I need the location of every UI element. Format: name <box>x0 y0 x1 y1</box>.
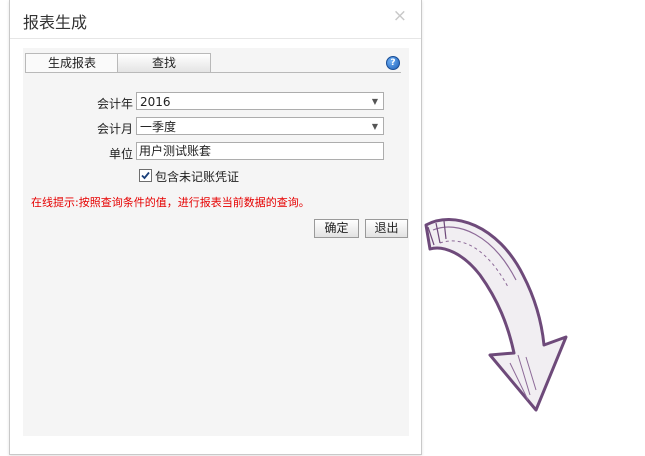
unit-field[interactable]: 用户测试账套 <box>136 142 384 160</box>
tab-generate-report[interactable]: 生成报表 <box>25 53 119 73</box>
ok-button[interactable]: 确定 <box>314 219 359 238</box>
include-unposted-label: 包含未记账凭证 <box>155 170 240 184</box>
close-icon[interactable]: × <box>393 6 407 26</box>
year-select[interactable]: 2016 ▼ <box>136 92 384 110</box>
tab-divider <box>25 72 401 73</box>
help-icon[interactable]: ? <box>386 56 400 70</box>
dialog-header: 报表生成 × <box>10 0 421 39</box>
dialog-title: 报表生成 <box>23 13 88 32</box>
curved-arrow-illustration <box>424 217 568 412</box>
exit-button[interactable]: 退出 <box>365 219 408 238</box>
month-select[interactable]: 一季度 ▼ <box>136 117 384 135</box>
month-label: 会计月 <box>96 122 133 136</box>
checkmark-icon <box>141 171 150 180</box>
year-label: 会计年 <box>96 97 133 111</box>
tab-search[interactable]: 查找 <box>117 53 211 72</box>
form-panel: 生成报表 查找 ? 会计年 2016 ▼ 会计月 一季度 ▼ 单位 用户测试账套… <box>23 48 409 436</box>
year-value: 2016 <box>140 95 171 109</box>
unit-label: 单位 <box>108 147 133 161</box>
report-dialog: 报表生成 × 生成报表 查找 ? 会计年 2016 ▼ 会计月 一季度 ▼ 单位… <box>9 0 422 455</box>
online-hint: 在线提示:按照查询条件的值，进行报表当前数据的查询。 <box>31 196 310 209</box>
chevron-down-icon: ▼ <box>371 97 378 106</box>
include-unposted-checkbox[interactable] <box>139 169 152 182</box>
chevron-down-icon: ▼ <box>371 122 378 131</box>
month-value: 一季度 <box>140 120 177 134</box>
